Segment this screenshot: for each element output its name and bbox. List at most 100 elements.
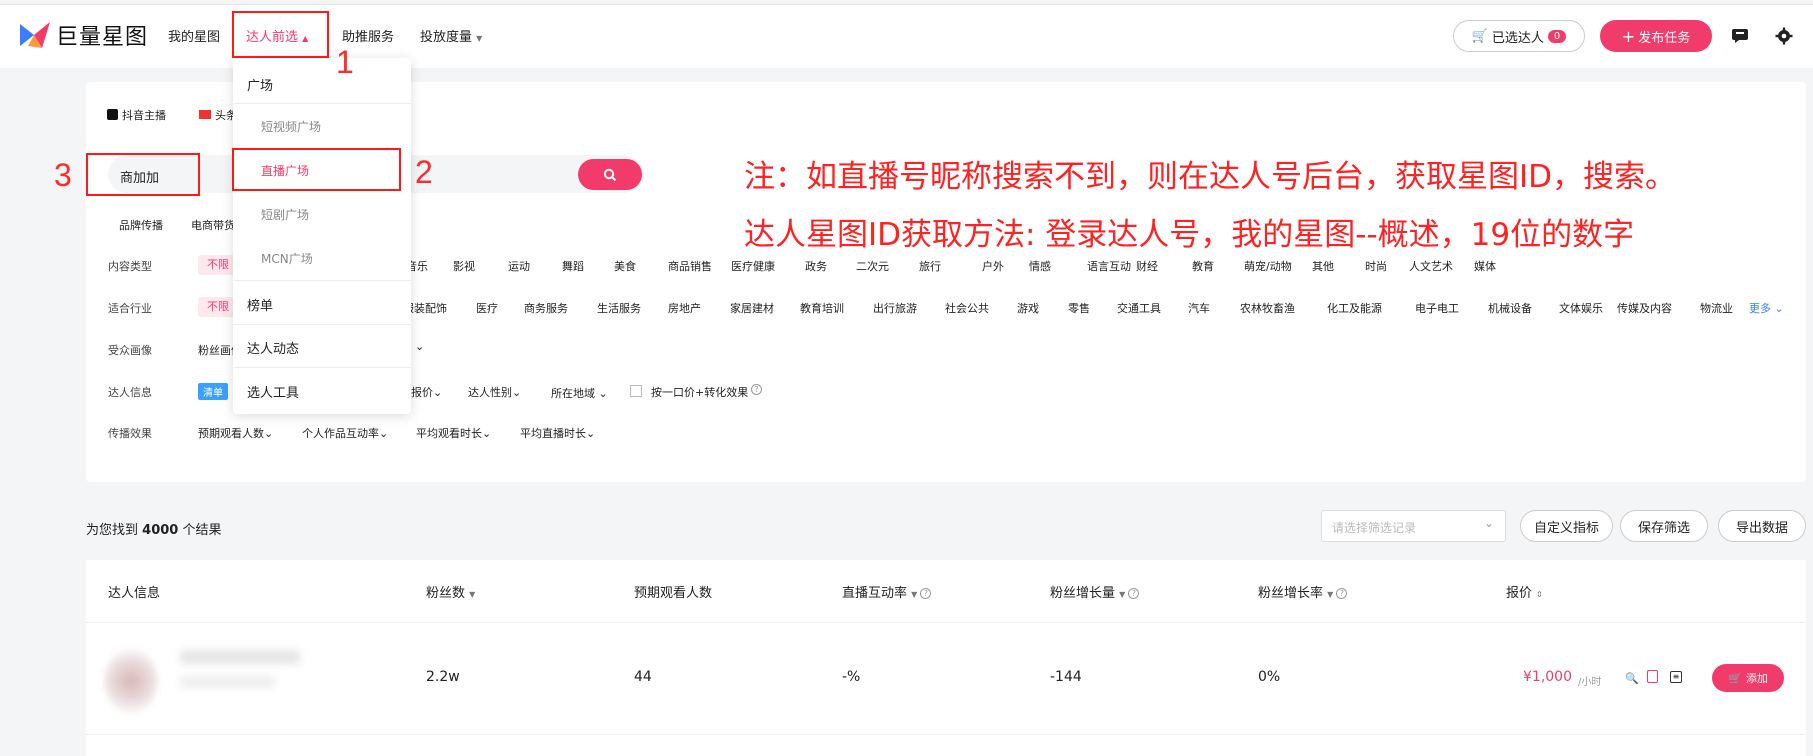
industry-tag[interactable]: 农林牧畜渔: [1240, 300, 1295, 316]
nav-measurement[interactable]: 投放度量 ▼: [420, 26, 482, 45]
publish-task-button[interactable]: + 发布任务: [1600, 20, 1712, 52]
col-header-price[interactable]: 报价 ⇕: [1506, 582, 1543, 601]
export-data-button[interactable]: 导出数据: [1718, 510, 1806, 542]
menu-item-short-drama-square[interactable]: 短剧广场: [261, 206, 309, 223]
compare-icon[interactable]: ≡: [1670, 671, 1682, 683]
industry-tag[interactable]: 商务服务: [524, 300, 568, 316]
save-filter-button[interactable]: 保存筛选: [1620, 510, 1708, 542]
message-icon[interactable]: [1730, 26, 1750, 46]
industry-tag[interactable]: 零售: [1068, 300, 1090, 316]
content-type-tag[interactable]: 教育: [1192, 258, 1214, 274]
content-type-tag[interactable]: 医疗健康: [731, 258, 775, 274]
menu-item-short-video-square[interactable]: 短视频广场: [261, 118, 321, 135]
help-icon[interactable]: ?: [751, 384, 762, 395]
industry-tag[interactable]: 交通工具: [1117, 300, 1161, 316]
col-header-fan-growth-rate[interactable]: 粉丝增长率 ▼?: [1258, 582, 1348, 601]
nav-measurement-label: 投放度量: [420, 30, 473, 45]
industry-tag[interactable]: 教育培训: [800, 300, 844, 316]
content-type-tag[interactable]: 时尚: [1365, 258, 1387, 274]
audience-chevron-icon[interactable]: ⌄: [415, 340, 424, 353]
platform-tab-toutiao[interactable]: 头条: [199, 107, 237, 123]
col-header-fans[interactable]: 粉丝数 ▼: [426, 582, 475, 601]
region-dropdown[interactable]: 所在地域 ⌄: [551, 385, 608, 401]
content-type-tag[interactable]: 萌宠/动物: [1244, 258, 1292, 274]
content-type-tag[interactable]: 媒体: [1474, 258, 1496, 274]
col-header-price-label: 报价: [1506, 586, 1533, 601]
gear-icon[interactable]: [1774, 26, 1794, 46]
tab-ecommerce[interactable]: 电商带货: [191, 217, 235, 233]
content-type-tag[interactable]: 语言互动: [1087, 258, 1131, 274]
expected-viewers-dropdown[interactable]: 预期观看人数⌄: [198, 425, 273, 441]
help-icon[interactable]: ?: [920, 588, 932, 599]
content-type-tag[interactable]: 户外: [982, 258, 1004, 274]
chevron-down-icon: ⌄: [482, 427, 492, 440]
price-dropdown[interactable]: 报价⌄: [411, 384, 442, 400]
industry-tag[interactable]: 机械设备: [1488, 300, 1532, 316]
price-conversion-label: 按一口价+转化效果: [651, 386, 749, 399]
selected-talents-button[interactable]: 🛒 已选达人 0: [1453, 20, 1585, 52]
content-type-label: 内容类型: [108, 260, 152, 273]
avg-live-dropdown[interactable]: 平均直播时长⌄: [520, 425, 595, 441]
menu-item-tools[interactable]: 选人工具: [247, 382, 299, 401]
search-button[interactable]: [578, 159, 642, 190]
content-type-tag[interactable]: 旅行: [919, 258, 941, 274]
menu-item-square[interactable]: 广场: [247, 75, 273, 94]
industry-tag[interactable]: 传媒及内容: [1617, 300, 1672, 316]
industry-tag[interactable]: 出行旅游: [873, 300, 917, 316]
view-detail-icon[interactable]: 🔍: [1625, 672, 1639, 685]
content-type-tag[interactable]: 其他: [1312, 258, 1334, 274]
price-dropdown-label: 报价: [411, 386, 433, 399]
industry-tag[interactable]: 汽车: [1188, 300, 1210, 316]
avg-live-dropdown-label: 平均直播时长: [520, 427, 586, 440]
price-conversion-checkbox[interactable]: [630, 385, 642, 397]
results-summary: 为您找到 4000 个结果: [86, 519, 222, 538]
content-type-tag[interactable]: 情感: [1029, 258, 1051, 274]
content-type-tag[interactable]: 舞蹈: [562, 258, 584, 274]
industry-tag[interactable]: 物流业: [1700, 300, 1733, 316]
menu-item-ranking[interactable]: 榜单: [247, 295, 273, 314]
menu-item-talent-news[interactable]: 达人动态: [247, 338, 299, 357]
add-talent-button[interactable]: 🛒 添加: [1712, 664, 1784, 692]
content-type-tag[interactable]: 美食: [614, 258, 636, 274]
talent-name-blurred[interactable]: [180, 650, 300, 664]
col-header-interaction-rate[interactable]: 直播互动率 ▼?: [842, 582, 932, 601]
tab-brand[interactable]: 品牌传播: [119, 217, 163, 233]
industry-tag[interactable]: 文体娱乐: [1559, 300, 1603, 316]
list-badge[interactable]: 清单: [198, 383, 228, 400]
platform-tab-douyin[interactable]: 抖音主播: [107, 107, 166, 123]
industry-tag[interactable]: 生活服务: [597, 300, 641, 316]
col-header-fan-growth-rate-label: 粉丝增长率: [1258, 586, 1324, 601]
industry-tag[interactable]: 社会公共: [945, 300, 989, 316]
document-icon[interactable]: [1647, 670, 1658, 683]
content-type-tag[interactable]: 政务: [805, 258, 827, 274]
industry-tag[interactable]: 游戏: [1017, 300, 1039, 316]
menu-item-mcn-square[interactable]: MCN广场: [261, 250, 313, 267]
content-type-tag[interactable]: 运动: [508, 258, 530, 274]
content-type-tag[interactable]: 商品销售: [668, 258, 712, 274]
industry-tag[interactable]: 电子电工: [1415, 300, 1459, 316]
content-type-tag[interactable]: 二次元: [856, 258, 889, 274]
help-icon[interactable]: ?: [1336, 588, 1348, 599]
content-type-tag[interactable]: 影视: [453, 258, 475, 274]
col-header-fan-growth[interactable]: 粉丝增长量 ▼?: [1050, 582, 1140, 601]
industry-unlimited[interactable]: 不限: [198, 297, 238, 317]
nav-boost-service[interactable]: 助推服务: [342, 26, 394, 45]
content-type-unlimited[interactable]: 不限: [198, 255, 238, 275]
industry-tag[interactable]: 家居建材: [730, 300, 774, 316]
chevron-down-icon: ⌄: [264, 427, 274, 440]
avg-watch-dropdown[interactable]: 平均观看时长⌄: [416, 425, 491, 441]
nav-my-xingtu[interactable]: 我的星图: [168, 26, 220, 45]
gender-dropdown[interactable]: 达人性别⌄: [468, 384, 521, 400]
cell-fans: 2.2w: [426, 669, 460, 685]
interaction-rate-dropdown[interactable]: 个人作品互动率⌄: [302, 425, 388, 441]
avatar[interactable]: [104, 648, 158, 714]
content-type-tag[interactable]: 财经: [1136, 258, 1158, 274]
industry-tag[interactable]: 医疗: [476, 300, 498, 316]
industry-tag[interactable]: 房地产: [668, 300, 701, 316]
content-type-tag[interactable]: 人文艺术: [1409, 258, 1453, 274]
industry-tag[interactable]: 化工及能源: [1327, 300, 1382, 316]
more-industries-link[interactable]: 更多 ⌄: [1749, 300, 1784, 316]
custom-metrics-button[interactable]: 自定义指标: [1520, 510, 1613, 542]
help-icon[interactable]: ?: [1128, 588, 1140, 599]
logo[interactable]: 巨量星图: [20, 19, 148, 51]
